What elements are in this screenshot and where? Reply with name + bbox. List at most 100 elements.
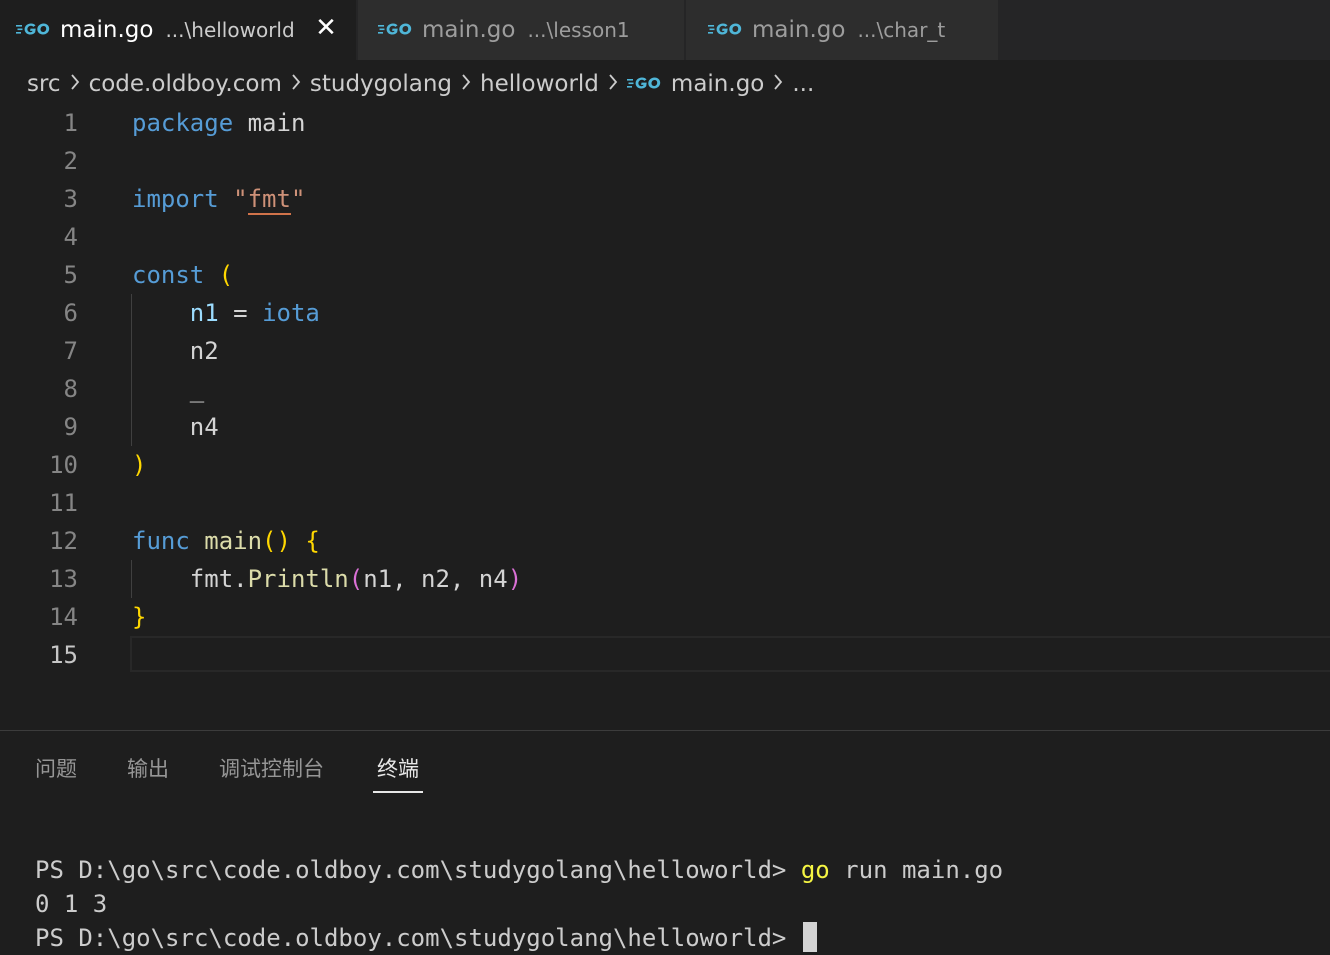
tab-description: ...\char_t [857, 18, 946, 42]
code-text: _ [132, 370, 204, 408]
code-line: 8 _ [0, 370, 1330, 408]
package-ref: fmt. [189, 565, 248, 593]
tab-description: ...\lesson1 [527, 18, 630, 42]
code-text: n1 = iota [132, 294, 320, 332]
close-icon[interactable]: ✕ [314, 13, 338, 43]
terminal[interactable]: PS D:\go\src\code.oldboy.com\studygolang… [35, 819, 1003, 955]
line-number: 6 [63, 299, 78, 327]
code-text: ) [132, 446, 146, 484]
code-line: 3 import "fmt" [0, 180, 1330, 218]
line-number: 7 [63, 337, 78, 365]
line-number: 4 [63, 223, 78, 251]
line-number: 5 [63, 261, 78, 289]
code-line: 6 n1 = iota [0, 294, 1330, 332]
line-number: 12 [49, 527, 78, 555]
line-number: 1 [63, 109, 78, 137]
tab-main-go-char-t[interactable]: main.go ...\char_t [686, 0, 998, 60]
breadcrumb-item-domain[interactable]: code.oldboy.com [89, 71, 282, 97]
bracket: ) [507, 565, 523, 593]
code-line: 7 n2 [0, 332, 1330, 370]
line-number: 15 [49, 641, 78, 669]
line-number: 14 [49, 603, 78, 631]
code-text: package main [132, 104, 305, 142]
code-line: 14 } [0, 598, 1330, 636]
code-text: const ( [132, 256, 233, 294]
tab-main-go-helloworld[interactable]: main.go ...\helloworld ✕ [0, 0, 356, 60]
function-call: Println [247, 565, 349, 593]
code-line: 11 [0, 484, 1330, 522]
tab-filename: main.go [60, 17, 154, 43]
bracket: } [132, 603, 147, 631]
bracket: ( [348, 565, 364, 593]
chevron-right-icon [70, 71, 80, 97]
terminal-prompt: PS D:\go\src\code.oldboy.com\studygolang… [35, 924, 801, 952]
breadcrumb: src code.oldboy.com studygolang hellowor… [27, 66, 814, 102]
identifier: main [247, 109, 306, 137]
code-line: 2 [0, 142, 1330, 180]
chevron-right-icon [461, 71, 471, 97]
breadcrumb-item-src[interactable]: src [27, 71, 61, 97]
editor-tab-bar: main.go ...\helloworld ✕ main.go ...\les… [0, 0, 1330, 60]
string-literal: fmt [247, 185, 291, 215]
tab-main-go-lesson1[interactable]: main.go ...\lesson1 [358, 0, 684, 60]
bracket: () [262, 527, 291, 555]
string-quote: " [290, 185, 306, 213]
code-line: 1 package main [0, 104, 1330, 142]
line-number: 13 [49, 565, 78, 593]
terminal-output: 0 1 3 [35, 890, 108, 918]
tab-description: ...\helloworld [165, 18, 295, 42]
tab-terminal[interactable]: 终端 [373, 753, 423, 793]
line-number: 11 [49, 489, 78, 517]
identifier: _ [189, 375, 205, 403]
code-line: 13 fmt.Println(n1, n2, n4) [0, 560, 1330, 598]
tab-debug-console[interactable]: 调试控制台 [219, 753, 324, 791]
identifier: n1 [189, 299, 219, 327]
keyword: package [132, 109, 234, 137]
line-number: 8 [63, 375, 78, 403]
code-editor[interactable]: 1 package main 2 3 import "fmt" 4 5 cons… [0, 104, 1330, 694]
keyword: import [132, 185, 219, 213]
code-line: 10 ) [0, 446, 1330, 484]
code-line: 12 func main() { [0, 522, 1330, 560]
code-line: 9 n4 [0, 408, 1330, 446]
code-line: 15 [0, 636, 1330, 674]
keyword: func [132, 527, 190, 555]
line-number: 3 [63, 185, 78, 213]
code-line: 5 const ( [0, 256, 1330, 294]
go-logo-icon [708, 17, 744, 43]
tab-output[interactable]: 输出 [127, 753, 169, 791]
tab-filename: main.go [752, 17, 846, 43]
bracket: ) [132, 451, 147, 479]
breadcrumb-item-helloworld[interactable]: helloworld [480, 71, 599, 97]
terminal-cursor [802, 922, 817, 952]
bracket: ( [218, 261, 234, 289]
breadcrumb-item-file[interactable]: main.go [671, 71, 764, 97]
go-logo-icon [626, 71, 663, 97]
code-text: n4 [132, 408, 219, 446]
breadcrumb-item-symbols[interactable]: ... [792, 71, 814, 97]
tab-filename: main.go [422, 17, 516, 43]
identifier: n4 [189, 413, 219, 441]
chevron-right-icon [291, 71, 301, 97]
string-quote: " [233, 185, 248, 213]
line-number: 10 [49, 451, 78, 479]
code-text: n2 [132, 332, 219, 370]
bottom-panel: 问题 输出 调试控制台 终端 PS D:\go\src\code.oldboy.… [0, 730, 1330, 955]
terminal-command-args: run main.go [829, 856, 1004, 884]
call-arguments: n1, n2, n4 [363, 565, 508, 593]
identifier: n2 [189, 337, 219, 365]
operator: = [233, 299, 248, 327]
chevron-right-icon [608, 71, 618, 97]
code-line: 4 [0, 218, 1330, 256]
code-text: import "fmt" [132, 180, 305, 218]
terminal-prompt: PS D:\go\src\code.oldboy.com\studygolang… [35, 856, 801, 884]
go-logo-icon [378, 17, 414, 43]
code-text: } [132, 598, 146, 636]
breadcrumb-item-studygolang[interactable]: studygolang [310, 71, 452, 97]
chevron-right-icon [773, 71, 783, 97]
line-number: 9 [63, 413, 78, 441]
tab-problems[interactable]: 问题 [35, 753, 77, 791]
code-text: func main() { [132, 522, 320, 560]
go-logo-icon [16, 17, 52, 43]
function-name: main [204, 527, 263, 555]
